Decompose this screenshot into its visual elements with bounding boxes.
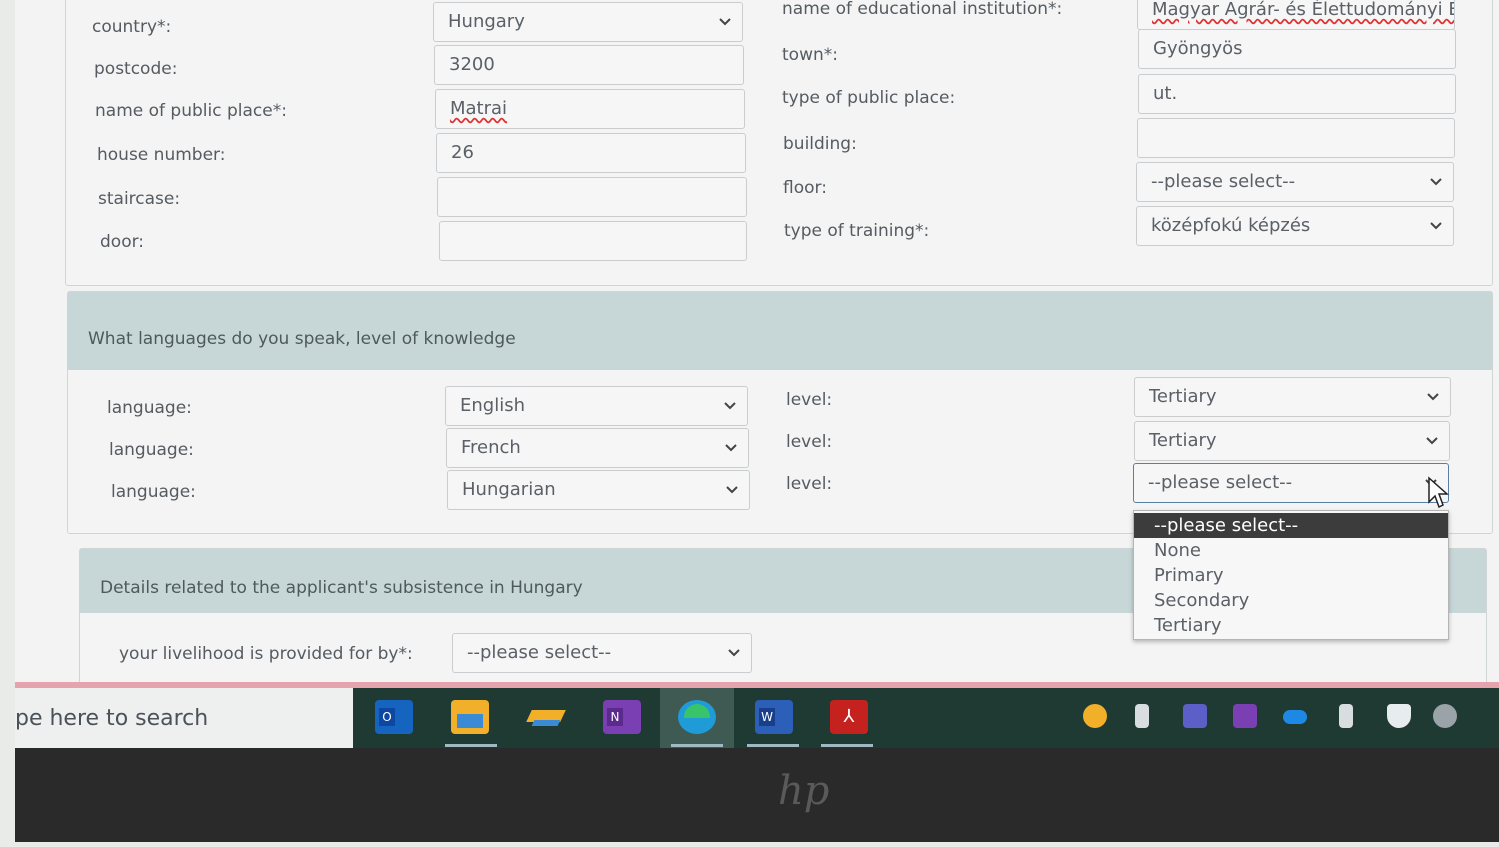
- languages-panel-header: What languages do you speak, level of kn…: [68, 292, 1492, 370]
- house-number-label: house number:: [97, 145, 226, 165]
- acrobat-active-indicator: [821, 744, 873, 747]
- edge-active-indicator: [671, 744, 723, 747]
- training-type-value: középfokú képzés: [1151, 215, 1311, 236]
- level-value-3: --please select--: [1148, 472, 1293, 493]
- taskbar-search-box[interactable]: pe here to search: [15, 688, 353, 748]
- language-label-1: language:: [107, 398, 192, 418]
- chevron-down-icon: [728, 649, 740, 657]
- public-place-value: Matrai: [450, 98, 508, 119]
- language-label-3: language:: [111, 482, 196, 502]
- town-input[interactable]: Gyöngyös: [1138, 29, 1456, 69]
- language-value-1: English: [460, 395, 525, 416]
- training-type-select[interactable]: középfokú képzés: [1136, 206, 1454, 246]
- chevron-down-icon: [1430, 178, 1442, 186]
- door-input[interactable]: [439, 221, 747, 261]
- house-number-input[interactable]: 26: [436, 133, 746, 173]
- level-option[interactable]: Primary: [1134, 563, 1448, 588]
- level-option[interactable]: None: [1134, 538, 1448, 563]
- hp-logo: hp: [778, 768, 830, 814]
- country-select[interactable]: Hungary: [433, 2, 743, 42]
- clock-app-icon[interactable]: [1083, 704, 1107, 728]
- level-value-2: Tertiary: [1149, 430, 1217, 451]
- public-place-input[interactable]: Matrai: [435, 89, 745, 129]
- level-select-1[interactable]: Tertiary: [1134, 377, 1451, 417]
- battery-icon[interactable]: [1135, 704, 1149, 728]
- word-icon[interactable]: W: [755, 700, 793, 734]
- languages-panel-title: What languages do you speak, level of kn…: [88, 329, 516, 349]
- level-label-3: level:: [786, 474, 833, 494]
- level-option[interactable]: Secondary: [1134, 588, 1448, 613]
- town-label: town*:: [782, 45, 838, 65]
- onedrive-icon[interactable]: [1283, 710, 1307, 724]
- building-input[interactable]: [1137, 118, 1455, 158]
- level-option[interactable]: Tertiary: [1134, 613, 1448, 638]
- file-explorer-icon[interactable]: [451, 700, 489, 734]
- chevron-down-icon: [725, 444, 737, 452]
- mouse-cursor-icon: [1428, 476, 1449, 509]
- floor-value: --please select--: [1151, 171, 1296, 192]
- door-label: door:: [100, 232, 145, 252]
- postcode-input[interactable]: 3200: [434, 45, 744, 85]
- word-active-indicator: [747, 744, 799, 747]
- level-option[interactable]: --please select--: [1134, 513, 1448, 538]
- file-explorer-active-indicator: [445, 744, 497, 747]
- language-select-3[interactable]: Hungarian: [447, 470, 750, 510]
- institution-label: name of educational institution*:: [782, 0, 1063, 19]
- institution-value: Magyar Agrár- és Élettudományi E: [1152, 0, 1455, 20]
- country-label: country*:: [92, 17, 172, 37]
- country-value: Hungary: [448, 11, 525, 32]
- level-select-3[interactable]: --please select--: [1133, 463, 1449, 503]
- livelihood-value: --please select--: [467, 642, 612, 663]
- windows-taskbar: pe here to search O N W ⅄: [15, 688, 1499, 748]
- institution-input[interactable]: Magyar Agrár- és Élettudományi E: [1137, 0, 1455, 30]
- postcode-label: postcode:: [94, 59, 178, 79]
- browser-page: country*: Hungary postcode: 3200 name of…: [15, 0, 1499, 690]
- language-select-1[interactable]: English: [445, 386, 748, 426]
- public-place-label: name of public place*:: [95, 101, 287, 121]
- usb-icon[interactable]: [1339, 704, 1353, 728]
- network-icon[interactable]: [1433, 704, 1457, 728]
- chevron-down-icon: [726, 486, 738, 494]
- language-value-3: Hungarian: [462, 479, 556, 500]
- edge-icon[interactable]: [678, 700, 716, 734]
- language-label-2: language:: [109, 440, 194, 460]
- subsistence-panel-title: Details related to the applicant's subsi…: [100, 578, 583, 598]
- chevron-down-icon: [1430, 222, 1442, 230]
- level-label-2: level:: [786, 432, 833, 452]
- security-icon[interactable]: [1387, 704, 1411, 728]
- staircase-input[interactable]: [437, 177, 747, 217]
- level-value-1: Tertiary: [1149, 386, 1217, 407]
- type-public-place-label: type of public place:: [782, 88, 956, 108]
- chevron-down-icon: [1426, 437, 1438, 445]
- laptop-bezel: [15, 748, 1499, 842]
- livelihood-label: your livelihood is provided for by*:: [119, 644, 413, 664]
- building-label: building:: [783, 134, 857, 154]
- sticky-notes-icon[interactable]: [526, 700, 566, 734]
- floor-label: floor:: [783, 178, 827, 198]
- language-value-2: French: [461, 437, 521, 458]
- onenote-tray-icon[interactable]: [1233, 704, 1257, 728]
- training-type-label: type of training*:: [784, 221, 930, 241]
- taskbar-search-placeholder: pe here to search: [15, 706, 209, 731]
- type-public-place-input[interactable]: ut.: [1138, 74, 1456, 114]
- level-label-1: level:: [786, 390, 833, 410]
- onenote-icon[interactable]: N: [603, 700, 641, 734]
- staircase-label: staircase:: [98, 189, 181, 209]
- teams-icon[interactable]: [1183, 704, 1207, 728]
- level-dropdown-list: --please select-- None Primary Secondary…: [1133, 510, 1449, 640]
- language-select-2[interactable]: French: [446, 428, 749, 468]
- floor-select[interactable]: --please select--: [1136, 162, 1454, 202]
- chevron-down-icon: [1427, 393, 1439, 401]
- chevron-down-icon: [719, 18, 731, 26]
- chevron-down-icon: [724, 402, 736, 410]
- level-select-2[interactable]: Tertiary: [1134, 421, 1450, 461]
- outlook-icon[interactable]: O: [375, 700, 413, 734]
- livelihood-select[interactable]: --please select--: [452, 633, 752, 673]
- acrobat-icon[interactable]: ⅄: [830, 700, 868, 734]
